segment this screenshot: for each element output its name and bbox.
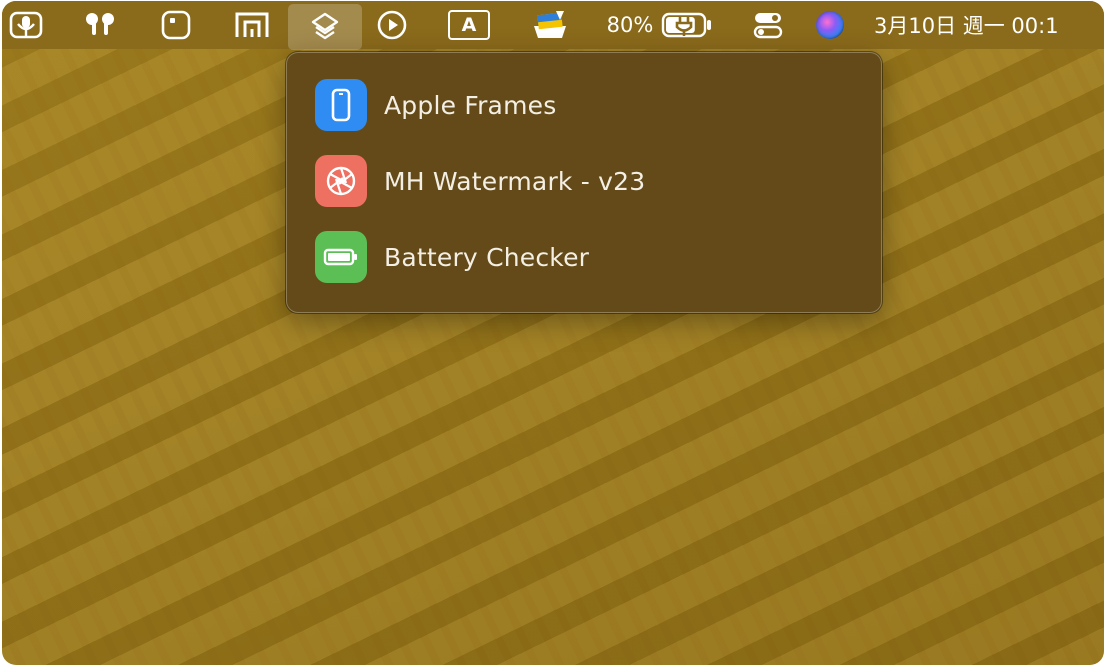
battery-icon bbox=[315, 231, 367, 283]
phone-icon bbox=[315, 79, 367, 131]
menu-item-label: Battery Checker bbox=[384, 242, 590, 272]
tray-app-icon[interactable] bbox=[528, 1, 572, 49]
aperture-icon bbox=[315, 155, 367, 207]
menu-bar: A 80% 3月10日 週一 00:1 bbox=[2, 1, 1104, 50]
menu-item-mh-watermark[interactable]: MH Watermark - v23 bbox=[299, 149, 869, 213]
play-circle-icon[interactable] bbox=[370, 1, 414, 49]
shortcuts-icon[interactable] bbox=[288, 4, 362, 50]
menu-item-apple-frames[interactable]: Apple Frames bbox=[299, 73, 869, 137]
desktop: A 80% 3月10日 週一 00:1 Apple Frames MH Wate… bbox=[2, 1, 1104, 665]
battery-icon[interactable] bbox=[660, 1, 714, 49]
battery-percent: 80% bbox=[606, 13, 654, 37]
screen-mirror-icon[interactable] bbox=[230, 1, 274, 49]
menu-item-battery-checker[interactable]: Battery Checker bbox=[299, 225, 869, 289]
siri-icon[interactable] bbox=[808, 1, 852, 49]
dictation-icon[interactable] bbox=[2, 1, 50, 49]
input-source-label: A bbox=[461, 14, 477, 36]
control-center-icon[interactable] bbox=[746, 1, 790, 49]
input-source-icon[interactable]: A bbox=[444, 1, 494, 49]
shortcuts-menu: Apple Frames MH Watermark - v23 Battery … bbox=[286, 52, 882, 313]
menu-item-label: Apple Frames bbox=[384, 90, 557, 120]
airpods-icon[interactable] bbox=[78, 1, 122, 49]
menu-item-label: MH Watermark - v23 bbox=[384, 166, 646, 196]
app-square-icon[interactable] bbox=[154, 1, 198, 49]
menubar-clock[interactable]: 3月10日 週一 00:1 bbox=[874, 1, 1104, 49]
